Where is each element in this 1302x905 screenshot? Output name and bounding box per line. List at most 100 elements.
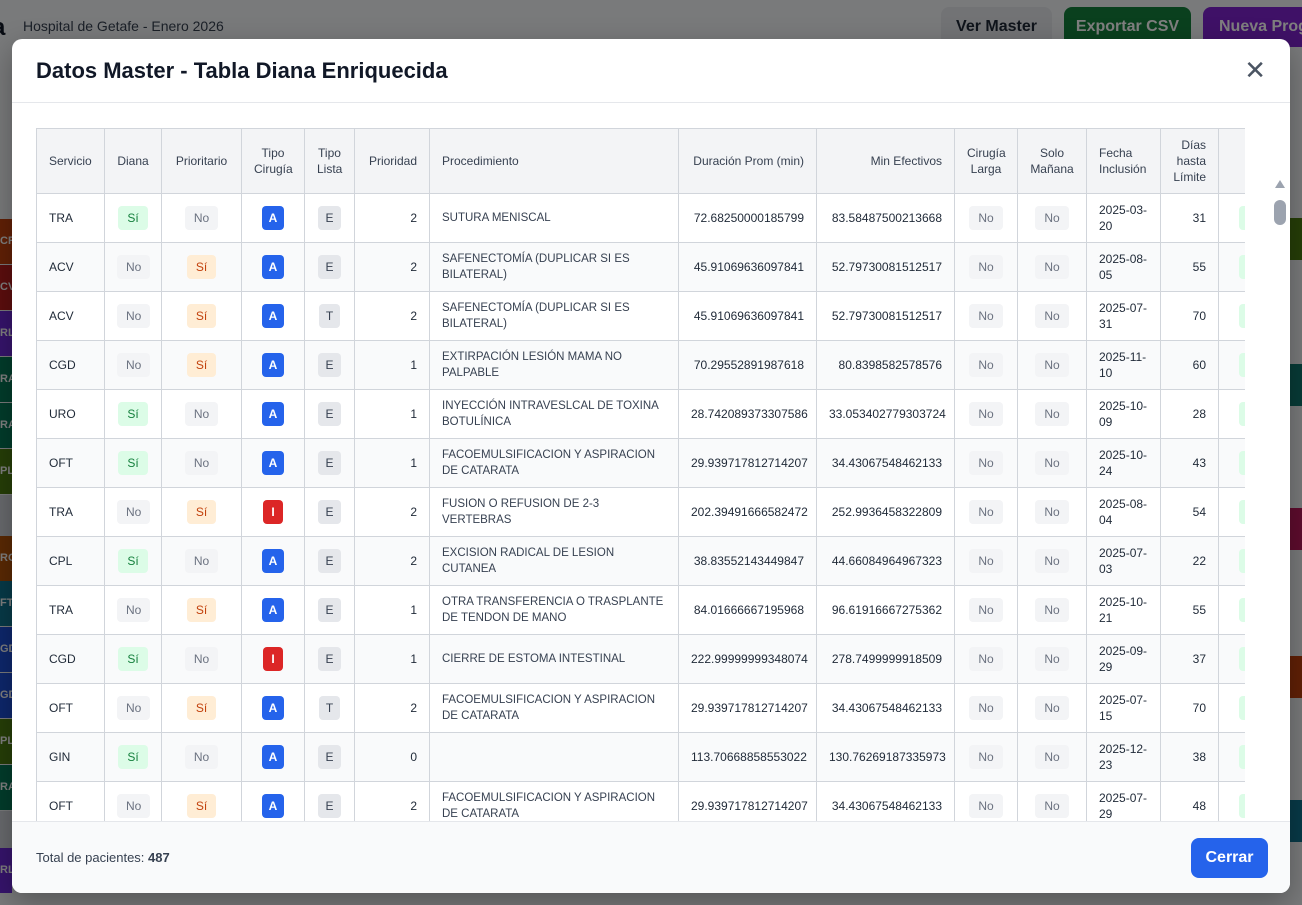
column-header[interactable]: Tipo Lista — [305, 129, 355, 194]
prioritario-cell: Sí — [162, 488, 242, 537]
status-badge — [1239, 794, 1245, 818]
table-row[interactable]: TRANoSíIE2FUSION O REFUSION DE 2-3 VERTE… — [37, 488, 1246, 537]
column-header[interactable]: Solo Mañana — [1018, 129, 1087, 194]
prioridad-cell: 1 — [355, 635, 430, 684]
servicio-cell: GIN — [37, 733, 105, 782]
column-header[interactable]: Pr A — [1219, 129, 1246, 194]
prioridad-cell: 2 — [355, 782, 430, 822]
tipo-lista-badge: T — [319, 696, 340, 720]
prioritario-badge: Sí — [187, 696, 216, 720]
tipo-cirugia-cell: A — [242, 782, 305, 822]
column-header[interactable]: Diana — [105, 129, 162, 194]
truncated-cell — [1219, 194, 1246, 243]
table-scroll-container[interactable]: ServicioDianaPrioritarioTipo CirugíaTipo… — [36, 128, 1245, 821]
cirugia-larga-badge: No — [969, 745, 1002, 769]
tipo-lista-badge: E — [318, 402, 340, 426]
prioridad-cell: 1 — [355, 586, 430, 635]
solo-manana-cell: No — [1018, 243, 1087, 292]
close-icon[interactable]: ✕ — [1244, 57, 1266, 83]
table-row[interactable]: OFTNoSíAT2FACOEMULSIFICACION Y ASPIRACIO… — [37, 684, 1246, 733]
column-header[interactable]: Fecha Inclusión — [1087, 129, 1161, 194]
diana-badge: No — [117, 353, 150, 377]
procedimiento-cell: FACOEMULSIFICACION Y ASPIRACION DE CATAR… — [430, 684, 679, 733]
solo-manana-cell: No — [1018, 684, 1087, 733]
dias-limite-cell: 28 — [1161, 390, 1219, 439]
column-header[interactable]: Servicio — [37, 129, 105, 194]
table-row[interactable]: GINSíNoAE0113.70668858553022130.76269187… — [37, 733, 1246, 782]
tipo-lista-cell: E — [305, 488, 355, 537]
column-header[interactable]: Días hasta Límite — [1161, 129, 1219, 194]
truncated-cell — [1219, 733, 1246, 782]
servicio-cell: CPL — [37, 537, 105, 586]
cirugia-larga-cell: No — [955, 439, 1018, 488]
table-row[interactable]: TRANoSíAE1OTRA TRANSFERENCIA O TRASPLANT… — [37, 586, 1246, 635]
servicio-cell: TRA — [37, 488, 105, 537]
table-row[interactable]: OFTNoSíAE2FACOEMULSIFICACION Y ASPIRACIO… — [37, 782, 1246, 822]
table-row[interactable]: CGDSíNoIE1CIERRE DE ESTOMA INTESTINAL222… — [37, 635, 1246, 684]
prioritario-cell: No — [162, 733, 242, 782]
prioritario-cell: Sí — [162, 586, 242, 635]
solo-manana-badge: No — [1035, 255, 1068, 279]
status-badge — [1239, 304, 1245, 328]
status-badge — [1239, 451, 1245, 475]
column-header[interactable]: Cirugía Larga — [955, 129, 1018, 194]
prioritario-badge: No — [185, 206, 218, 230]
tipo-lista-cell: E — [305, 733, 355, 782]
column-header[interactable]: Prioridad — [355, 129, 430, 194]
cirugia-larga-badge: No — [969, 598, 1002, 622]
tipo-cirugia-badge: A — [262, 353, 285, 377]
prioridad-cell: 1 — [355, 390, 430, 439]
cirugia-larga-cell: No — [955, 292, 1018, 341]
procedimiento-cell: OTRA TRANSFERENCIA O TRASPLANTE DE TENDO… — [430, 586, 679, 635]
duracion-cell: 45.91069636097841 — [679, 292, 817, 341]
vertical-scrollbar[interactable] — [1272, 174, 1288, 821]
dias-limite-cell: 54 — [1161, 488, 1219, 537]
table-row[interactable]: OFTSíNoAE1FACOEMULSIFICACION Y ASPIRACIO… — [37, 439, 1246, 488]
table-row[interactable]: TRASíNoAE2SUTURA MENISCAL72.682500001857… — [37, 194, 1246, 243]
fecha-inclusion-cell: 2025-09-29 — [1087, 635, 1161, 684]
cirugia-larga-badge: No — [969, 206, 1002, 230]
prioridad-cell: 2 — [355, 488, 430, 537]
cirugia-larga-badge: No — [969, 794, 1002, 818]
fecha-inclusion-cell: 2025-10-09 — [1087, 390, 1161, 439]
prioritario-cell: No — [162, 635, 242, 684]
tipo-cirugia-cell: A — [242, 439, 305, 488]
diana-cell: Sí — [105, 390, 162, 439]
min-efectivos-cell: 130.76269187335973 — [817, 733, 955, 782]
cirugia-larga-badge: No — [969, 647, 1002, 671]
scrollbar-thumb[interactable] — [1274, 200, 1286, 225]
tipo-cirugia-badge: A — [262, 255, 285, 279]
diana-cell: No — [105, 684, 162, 733]
cerrar-button[interactable]: Cerrar — [1191, 838, 1268, 878]
tipo-lista-badge: E — [318, 794, 340, 818]
table-row[interactable]: ACVNoSíAT2SAFENECTOMÍA (DUPLICAR SI ES B… — [37, 292, 1246, 341]
prioridad-cell: 2 — [355, 243, 430, 292]
table-row[interactable]: CGDNoSíAE1EXTIRPACIÓN LESIÓN MAMA NO PAL… — [37, 341, 1246, 390]
table-row[interactable]: ACVNoSíAE2SAFENECTOMÍA (DUPLICAR SI ES B… — [37, 243, 1246, 292]
tipo-lista-badge: E — [318, 451, 340, 475]
scroll-up-arrow-icon[interactable] — [1275, 180, 1285, 188]
status-badge — [1239, 255, 1245, 279]
servicio-cell: CGD — [37, 635, 105, 684]
column-header[interactable]: Prioritario — [162, 129, 242, 194]
tipo-lista-badge: E — [318, 500, 340, 524]
min-efectivos-cell: 52.79730081512517 — [817, 292, 955, 341]
table-row[interactable]: UROSíNoAE1INYECCIÓN INTRAVESLCAL DE TOXI… — [37, 390, 1246, 439]
min-efectivos-cell: 34.43067548462133 — [817, 439, 955, 488]
tipo-lista-badge: E — [318, 353, 340, 377]
solo-manana-cell: No — [1018, 292, 1087, 341]
duracion-cell: 113.70668858553022 — [679, 733, 817, 782]
duracion-cell: 222.99999999348074 — [679, 635, 817, 684]
min-efectivos-cell: 34.43067548462133 — [817, 782, 955, 822]
dias-limite-cell: 48 — [1161, 782, 1219, 822]
duracion-cell: 202.39491666582472 — [679, 488, 817, 537]
duracion-cell: 38.83552143449847 — [679, 537, 817, 586]
table-row[interactable]: CPLSíNoAE2EXCISION RADICAL DE LESION CUT… — [37, 537, 1246, 586]
column-header[interactable]: Min Efectivos — [817, 129, 955, 194]
duracion-cell: 29.939717812714207 — [679, 782, 817, 822]
column-header[interactable]: Procedimiento — [430, 129, 679, 194]
column-header[interactable]: Tipo Cirugía — [242, 129, 305, 194]
solo-manana-badge: No — [1035, 451, 1068, 475]
column-header[interactable]: Duración Prom (min) — [679, 129, 817, 194]
dias-limite-cell: 38 — [1161, 733, 1219, 782]
